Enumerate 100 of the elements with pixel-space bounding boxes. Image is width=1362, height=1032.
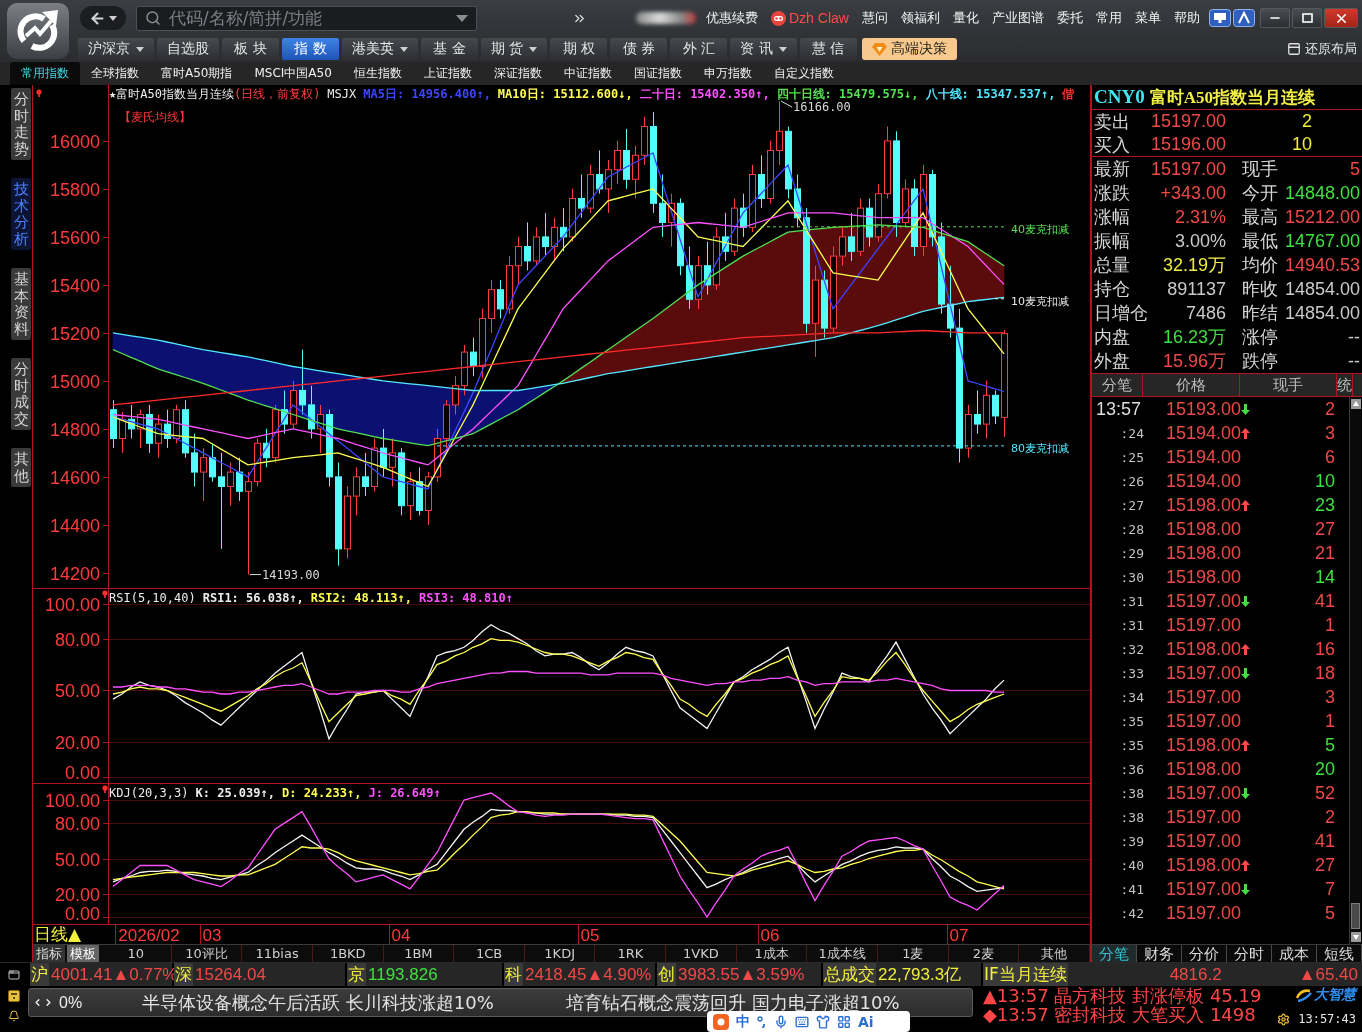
tick-time: :36 <box>1119 761 1144 777</box>
tick-price: 15198.00 <box>1164 518 1241 540</box>
column-header: 现手 <box>1240 374 1337 396</box>
y-axis-label: 15200 <box>49 323 100 344</box>
y-axis-label: 14600 <box>49 467 100 488</box>
tick-volume: 3 <box>1324 686 1335 708</box>
tick-price: 15194.00 <box>1164 446 1241 468</box>
x-axis-label: 04 <box>391 925 411 944</box>
x-axis-label: 05 <box>580 925 600 944</box>
tick-time: :39 <box>1119 833 1144 849</box>
extreme-price-label: 14193.00 <box>261 567 320 582</box>
y-axis-label: 100.00 <box>44 594 100 615</box>
tick-volume: 2 <box>1324 806 1335 828</box>
tick-time: :31 <box>1119 593 1144 609</box>
order-side-label: 买入 <box>1094 132 1131 157</box>
stat-label: 涨停 <box>1241 325 1279 349</box>
indicator-reading: 八十线: 15347.537↑, <box>925 86 1056 103</box>
index-value: 3983.55 <box>678 964 740 986</box>
tick-price: 15197.00 <box>1164 806 1241 828</box>
chart-title: KDJ(20,3,3) <box>109 786 189 800</box>
tick-volume: 5 <box>1324 734 1335 756</box>
stat-label: 昨结 <box>1241 301 1279 325</box>
stat-label: 涨跌 <box>1094 181 1131 205</box>
stat-value: -- <box>1347 326 1360 348</box>
y-axis-label: 15400 <box>49 275 100 296</box>
stat-value: 14940.53 <box>1283 254 1360 276</box>
tick-time: 13:57 <box>1095 398 1143 420</box>
tick-volume: 2 <box>1324 398 1335 420</box>
indicator-reading: 二十日: 15402.350↑, <box>639 86 770 103</box>
tick-volume: 14 <box>1313 566 1335 588</box>
tick-volume: 52 <box>1313 782 1335 804</box>
stat-value: 15212.00 <box>1283 206 1360 228</box>
stat-label: 最低 <box>1241 229 1279 253</box>
x-axis-label: 2026/02 <box>118 925 180 944</box>
index-value: 2418.45 <box>525 964 587 986</box>
order-side-label: 卖出 <box>1094 109 1131 134</box>
index-value: 1193.826 <box>368 964 438 986</box>
tick-volume: 5 <box>1324 902 1335 924</box>
reference-label: 40麦克扣减 <box>1011 223 1070 237</box>
column-header: 价格 <box>1143 374 1240 396</box>
clock-time: 13:57:43 <box>1298 1012 1356 1026</box>
tick-volume: 41 <box>1313 590 1335 612</box>
y-axis-label: 14800 <box>49 419 100 440</box>
reference-label: 10麦克扣减 <box>1011 295 1070 309</box>
stat-label: 跌停 <box>1241 349 1279 373</box>
indicator-reading: J: 26.649↑ <box>368 786 441 800</box>
index-value: 4816.2 <box>1169 964 1222 986</box>
tick-price: 15198.00 <box>1164 494 1241 516</box>
brand-name: 大智慧 <box>1314 986 1356 1004</box>
tick-price: 15197.00 <box>1164 662 1241 684</box>
tick-time: :25 <box>1119 449 1144 465</box>
tick-price: 15197.00 <box>1164 686 1241 708</box>
chart-title: RSI(5,10,40) <box>109 591 196 605</box>
tick-time: :29 <box>1119 545 1144 561</box>
stat-value: 3.00% <box>1173 230 1226 252</box>
indicator-reading: MA10日: 15112.600↓, <box>497 86 633 103</box>
stat-label: 昨收 <box>1241 277 1279 301</box>
tick-price: 15198.00 <box>1164 638 1241 660</box>
indicator-reading: K: 25.039↑, <box>195 786 275 800</box>
y-axis-label: 80.00 <box>54 629 100 650</box>
tick-time: :40 <box>1119 857 1144 873</box>
chart-title: ★富时A50指数当月连续 <box>109 86 234 103</box>
tick-time: :31 <box>1119 617 1144 633</box>
indicator-reading: RSI1: 56.038↑, <box>202 591 304 605</box>
index-value: 15264.04 <box>195 964 266 986</box>
reference-label: 80麦克扣减 <box>1011 442 1070 456</box>
stat-label: 涨幅 <box>1094 205 1131 229</box>
tick-time: :35 <box>1119 713 1144 729</box>
x-axis-label: 07 <box>949 925 969 944</box>
tick-time: :34 <box>1119 689 1144 705</box>
y-axis-label: 15600 <box>49 227 100 248</box>
index-label: IF当月连续 <box>983 963 1068 986</box>
indicator-reading: RSI3: 48.810↑ <box>419 591 513 605</box>
indicator-reading: RSI2: 48.113↑, <box>310 591 412 605</box>
tick-price: 15197.00 <box>1164 590 1241 612</box>
stat-value: +343.00 <box>1159 182 1226 204</box>
index-change: ▲3.59% <box>739 964 805 986</box>
tick-time: :30 <box>1119 569 1144 585</box>
stat-value: 14854.00 <box>1283 302 1360 324</box>
y-axis-label: 0.00 <box>64 763 100 783</box>
tick-time: :33 <box>1119 665 1144 681</box>
tick-price: 15197.00 <box>1164 782 1241 804</box>
index-value: 22,793.3亿 <box>878 964 962 986</box>
index-label: 科 <box>504 963 523 986</box>
stat-value: 15.96万 <box>1161 350 1226 373</box>
stat-value: -- <box>1347 350 1360 372</box>
tick-volume: 16 <box>1313 638 1335 660</box>
tick-time: :41 <box>1119 881 1144 897</box>
y-axis-label: 100.00 <box>44 790 100 811</box>
tick-time: :42 <box>1119 905 1144 921</box>
stat-value: 7486 <box>1184 302 1226 324</box>
stat-label: 持仓 <box>1094 277 1131 301</box>
stat-label: 日增仓 <box>1094 301 1148 325</box>
y-axis-label: 50.00 <box>54 849 100 870</box>
stat-label: 今开 <box>1241 181 1279 205</box>
order-volume: 2 <box>1301 111 1312 132</box>
tick-volume: 27 <box>1313 518 1335 540</box>
tick-time: :28 <box>1119 521 1144 537</box>
stat-label: 总量 <box>1094 253 1131 277</box>
stat-label: 最高 <box>1241 205 1279 229</box>
